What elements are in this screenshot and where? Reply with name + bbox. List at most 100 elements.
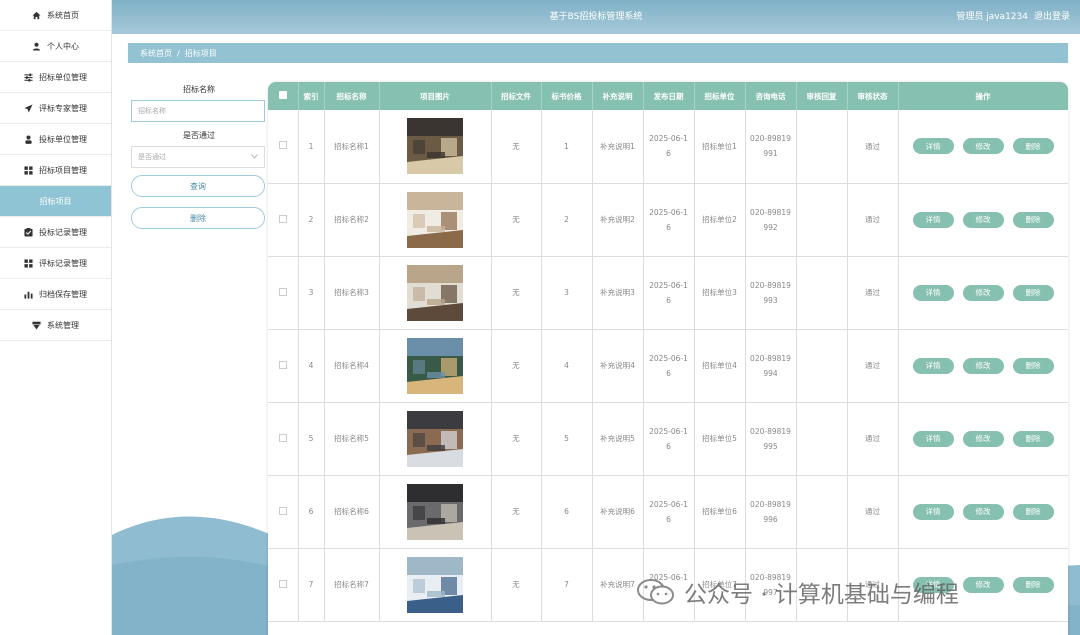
table-row: 3 招标名称3 无 3 补充说明3 2025-06-1 6 招标单位3 020-8… [268, 256, 1068, 330]
cell-index: 5 [298, 402, 325, 476]
cell-phone: 020-89819 993 [745, 256, 797, 330]
breadcrumb-current: 招标项目 [184, 48, 217, 58]
bar-chart-icon [24, 290, 33, 299]
edit-button[interactable]: 修改 [962, 576, 1004, 593]
cell-index: 3 [298, 256, 325, 330]
detail-button[interactable]: 详情 [912, 503, 954, 520]
sidebar-item-archive[interactable]: 归档保存管理 [0, 279, 111, 310]
row-checkbox[interactable] [278, 579, 287, 588]
sidebar-item-experts[interactable]: 评标专家管理 [0, 93, 111, 124]
edit-button[interactable]: 修改 [962, 430, 1004, 447]
delete-button[interactable]: 删除 [1012, 430, 1054, 447]
project-image[interactable] [407, 118, 463, 175]
sidebar-item-bid-records[interactable]: 投标记录管理 [0, 217, 111, 248]
detail-button[interactable]: 详情 [912, 430, 954, 447]
row-select-cell[interactable] [268, 183, 299, 257]
cell-unit: 招标单位5 [694, 402, 746, 476]
breadcrumb-separator: / [177, 48, 180, 58]
row-checkbox[interactable] [278, 506, 287, 515]
delete-button[interactable]: 删除 [1012, 211, 1054, 228]
project-image[interactable] [407, 410, 463, 467]
delete-button[interactable]: 删除 [1012, 284, 1054, 301]
project-image[interactable] [407, 191, 463, 248]
cell-note: 补充说明1 [592, 110, 644, 184]
phone-line: 020-89819 [750, 353, 791, 363]
delete-selected-button[interactable]: 删除 [131, 207, 265, 229]
sidebar-item-profile[interactable]: 个人中心 [0, 31, 111, 62]
cell-status: 通过 [847, 110, 899, 184]
sidebar-item-projects-manage[interactable]: 招标项目管理 [0, 155, 111, 186]
cell-actions: 详情 修改 删除 [898, 475, 1068, 549]
delete-button[interactable]: 删除 [1012, 503, 1054, 520]
row-select-cell[interactable] [268, 548, 299, 622]
edit-button[interactable]: 修改 [962, 138, 1004, 155]
cell-note: 补充说明3 [592, 256, 644, 330]
logout-link[interactable]: 退出登录 [1034, 0, 1070, 34]
detail-button[interactable]: 详情 [912, 284, 954, 301]
edit-button[interactable]: 修改 [962, 284, 1004, 301]
wechat-logo-icon [637, 579, 674, 605]
cell-phone: 020-89819 992 [745, 183, 797, 257]
phone-line: 020-89819 [750, 207, 791, 217]
main-content: 系统首页 / 招标项目 招标名称 招标名称 是否通过 是否通过 查询 删除 索引 [112, 34, 1080, 635]
row-checkbox[interactable] [278, 287, 287, 296]
delete-button[interactable]: 删除 [1012, 576, 1054, 593]
row-select-cell[interactable] [268, 475, 299, 549]
cell-name: 招标名称2 [324, 183, 380, 257]
sidebar-item-system[interactable]: 系统管理 [0, 310, 111, 341]
sidebar-item-bidder-units[interactable]: 投标单位管理 [0, 124, 111, 155]
select-all-checkbox[interactable] [278, 91, 287, 99]
project-image[interactable] [407, 337, 463, 394]
project-image[interactable] [407, 264, 463, 321]
approved-select[interactable]: 是否通过 [131, 146, 265, 168]
row-checkbox[interactable] [278, 360, 287, 369]
sidebar-item-label: 评标记录管理 [39, 258, 87, 268]
cell-date: 2025-06-1 6 [643, 329, 695, 403]
cell-note: 补充说明4 [592, 329, 644, 403]
cell-actions: 详情 修改 删除 [898, 256, 1068, 330]
row-select-cell[interactable] [268, 256, 299, 330]
sidebar-item-home[interactable]: 系统首页 [0, 0, 111, 31]
detail-button[interactable]: 详情 [912, 138, 954, 155]
cell-reply [796, 329, 848, 403]
row-select-cell[interactable] [268, 402, 299, 476]
detail-button[interactable]: 详情 [912, 211, 954, 228]
search-panel: 招标名称 招标名称 是否通过 是否通过 查询 删除 [131, 84, 267, 229]
row-checkbox[interactable] [278, 433, 287, 442]
cell-unit: 招标单位1 [694, 110, 746, 184]
project-image[interactable] [407, 483, 463, 540]
cell-index: 1 [298, 110, 325, 184]
cell-reply [796, 475, 848, 549]
row-select-cell[interactable] [268, 329, 299, 403]
phone-line: 995 [763, 441, 778, 451]
column-header: 招标单位 [694, 82, 746, 110]
breadcrumb-home[interactable]: 系统首页 [140, 48, 172, 59]
sidebar-item-projects[interactable]: 招标项目 [0, 186, 111, 217]
project-image[interactable] [407, 556, 463, 613]
date-line: 6 [666, 441, 671, 451]
name-search-input[interactable]: 招标名称 [131, 100, 265, 122]
send-icon [24, 103, 33, 113]
cell-status: 通过 [847, 402, 899, 476]
row-select-cell[interactable] [268, 110, 299, 184]
cell-price: 6 [541, 475, 593, 549]
select-all-cell[interactable] [268, 82, 299, 110]
cell-date: 2025-06-1 6 [643, 475, 695, 549]
cell-file: 无 [491, 475, 542, 549]
app-title: 基于BS招投标管理系统 [549, 12, 643, 22]
delete-button[interactable]: 删除 [1012, 138, 1054, 155]
edit-button[interactable]: 修改 [962, 357, 1004, 374]
edit-button[interactable]: 修改 [962, 211, 1004, 228]
cell-image [379, 475, 492, 549]
query-button[interactable]: 查询 [131, 175, 265, 197]
sidebar-item-tender-units[interactable]: 招标单位管理 [0, 62, 111, 93]
sidebar-item-eval-records[interactable]: 评标记录管理 [0, 248, 111, 279]
delete-button[interactable]: 删除 [1012, 357, 1054, 374]
edit-button[interactable]: 修改 [962, 503, 1004, 520]
user-icon [32, 42, 41, 51]
row-checkbox[interactable] [278, 141, 287, 150]
column-header: 操作 [898, 82, 1068, 110]
detail-button[interactable]: 详情 [912, 357, 954, 374]
row-checkbox[interactable] [278, 214, 287, 223]
phone-line: 020-89819 [750, 134, 791, 144]
